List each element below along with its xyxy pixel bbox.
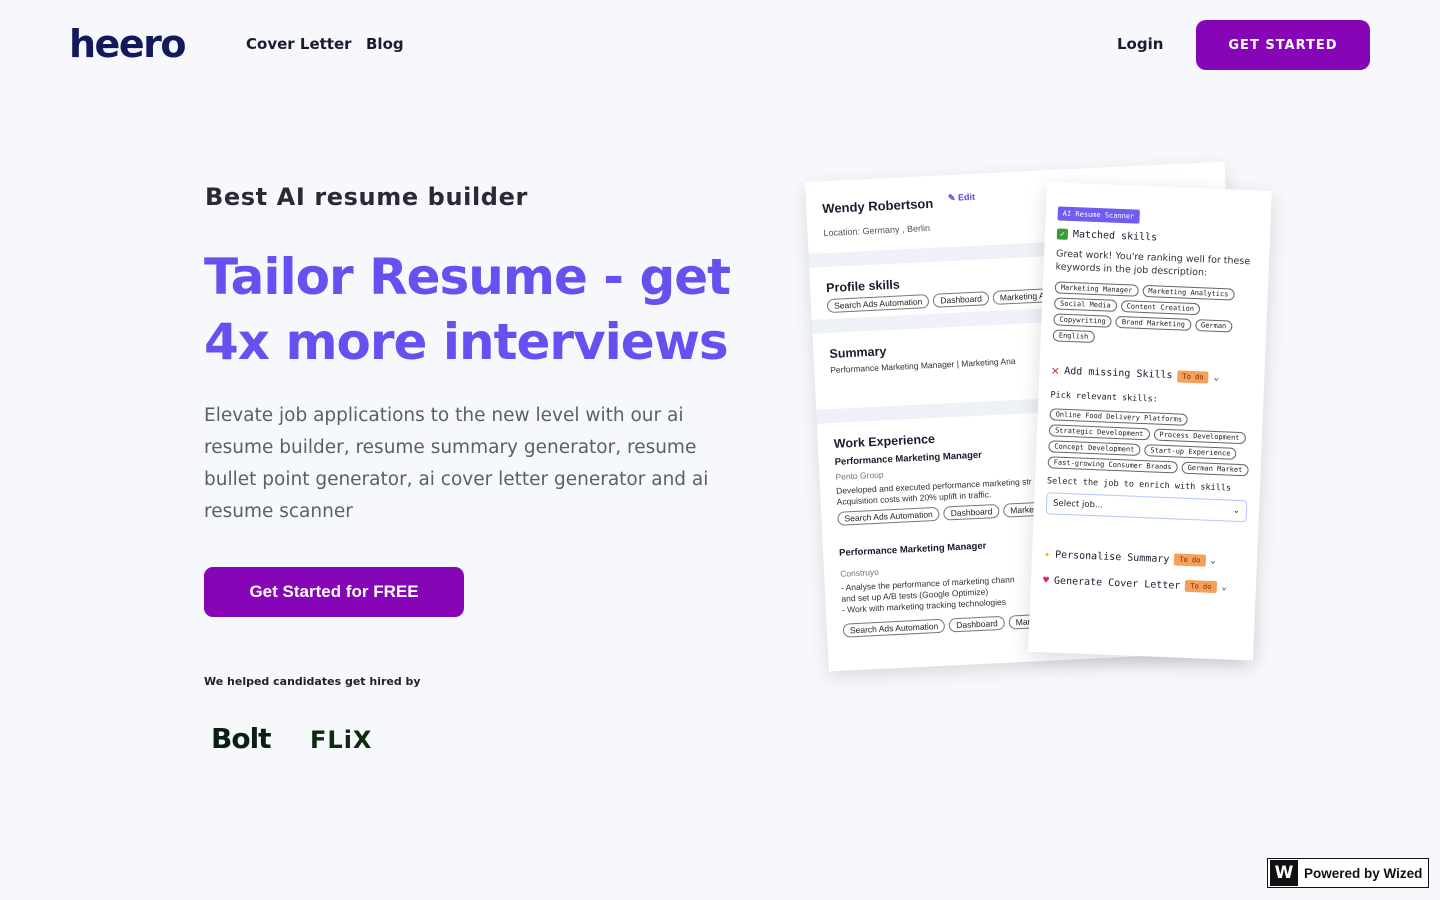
skill-tag: Dashboard [948,615,1006,633]
matched-skill-chip: Marketing Manager [1054,281,1139,297]
sparkle-icon: ✦ [1043,548,1051,560]
chevron-down-icon[interactable]: ⌄ [1221,582,1227,592]
nav-cover-letter[interactable]: Cover Letter [246,35,352,53]
select-job-dropdown[interactable]: Select job... ⌄ [1045,492,1248,523]
generate-cover-letter-row[interactable]: ♥ Generate Cover Letter To do ⌄ [1043,574,1244,594]
skill-tag: Dashboard [943,503,1000,521]
heart-letter-icon: ♥ [1042,574,1050,586]
hero-eyebrow: Best AI resume builder [205,183,528,211]
matched-skill-chip: Content Creation [1120,300,1201,316]
select-job-label: Select the job to enrich with skills [1046,476,1232,494]
matched-skill-chip: Brand Marketing [1115,315,1192,331]
resume-edit-link[interactable]: ✎ Edit [948,192,976,204]
todo-badge: To do [1177,369,1209,384]
chevron-down-icon[interactable]: ⌄ [1210,556,1216,566]
powered-by-wized-badge[interactable]: W Powered by Wized [1267,858,1429,888]
resume-scanner-card: AI Resume Scanner ✓ Matched skills Great … [1028,182,1272,661]
pick-skill-chip[interactable]: Concept Development [1048,440,1141,456]
pick-skill-chip[interactable]: German Market [1181,461,1249,477]
heero-logo[interactable]: heero [69,22,186,66]
skill-tag: Search Ads Automation [826,294,930,314]
pick-skill-chip[interactable]: Strategic Development [1048,424,1150,441]
matched-skill-chip: Marketing Analytics [1142,284,1235,301]
matched-skill-chip: Copywriting [1053,313,1113,328]
skill-tag: Dashboard [932,291,990,308]
ai-scanner-badge: AI Resume Scanner [1057,206,1140,224]
matched-skill-chip: German [1194,319,1233,333]
nav-blog[interactable]: Blog [366,35,404,53]
pick-skill-chip[interactable]: Fast-growing Consumer Brands [1047,456,1178,474]
flix-logo: FLiX [310,726,373,754]
chevron-down-icon[interactable]: ⌄ [1213,372,1219,382]
matched-skill-chip: English [1052,329,1095,344]
cross-icon: ✕ [1051,363,1060,379]
add-missing-skills-label: Add missing Skills [1064,365,1173,382]
matched-skill-chip: Social Media [1053,297,1117,312]
personalise-summary-label: Personalise Summary [1054,549,1170,565]
hero-description: Elevate job applications to the new leve… [204,405,709,522]
get-started-button[interactable]: GET STARTED [1196,20,1370,70]
add-missing-skills-row[interactable]: ✕ Add missing Skills To do ⌄ [1051,363,1252,386]
login-link[interactable]: Login [1117,35,1163,53]
bolt-logo: Bolt [211,722,272,755]
pick-skills-label: Pick relevant skills: [1050,390,1159,405]
pick-skill-chip[interactable]: Process Development [1153,428,1246,445]
wized-label: Powered by Wized [1304,865,1423,881]
get-started-free-button[interactable]: Get Started for FREE [204,567,464,617]
hero-headline: Tailor Resume - get 4x more interviews [204,248,731,371]
todo-badge: To do [1174,553,1206,567]
check-icon: ✓ [1056,228,1069,240]
personalise-summary-row[interactable]: ✦ Personalise Summary To do ⌄ [1044,548,1245,568]
matched-description: Great work! You're ranking well for thes… [1055,248,1251,279]
pick-skill-chip[interactable]: Online Food Delivery Platforms [1049,408,1189,426]
skill-tag: Search Ads Automation [842,618,946,638]
todo-badge: To do [1185,579,1217,594]
matched-skills-title: Matched skills [1072,229,1158,244]
select-job-value: Select job... [1052,498,1104,511]
wized-icon: W [1270,860,1298,886]
helped-caption: We helped candidates get hired by [204,675,421,688]
pencil-icon: ✎ [947,192,959,204]
pick-skill-chip[interactable]: Start-up Experience [1144,444,1237,460]
generate-cover-letter-label: Generate Cover Letter [1053,575,1181,592]
chevron-down-icon: ⌄ [1232,505,1241,517]
skill-tag: Search Ads Automation [837,506,941,526]
